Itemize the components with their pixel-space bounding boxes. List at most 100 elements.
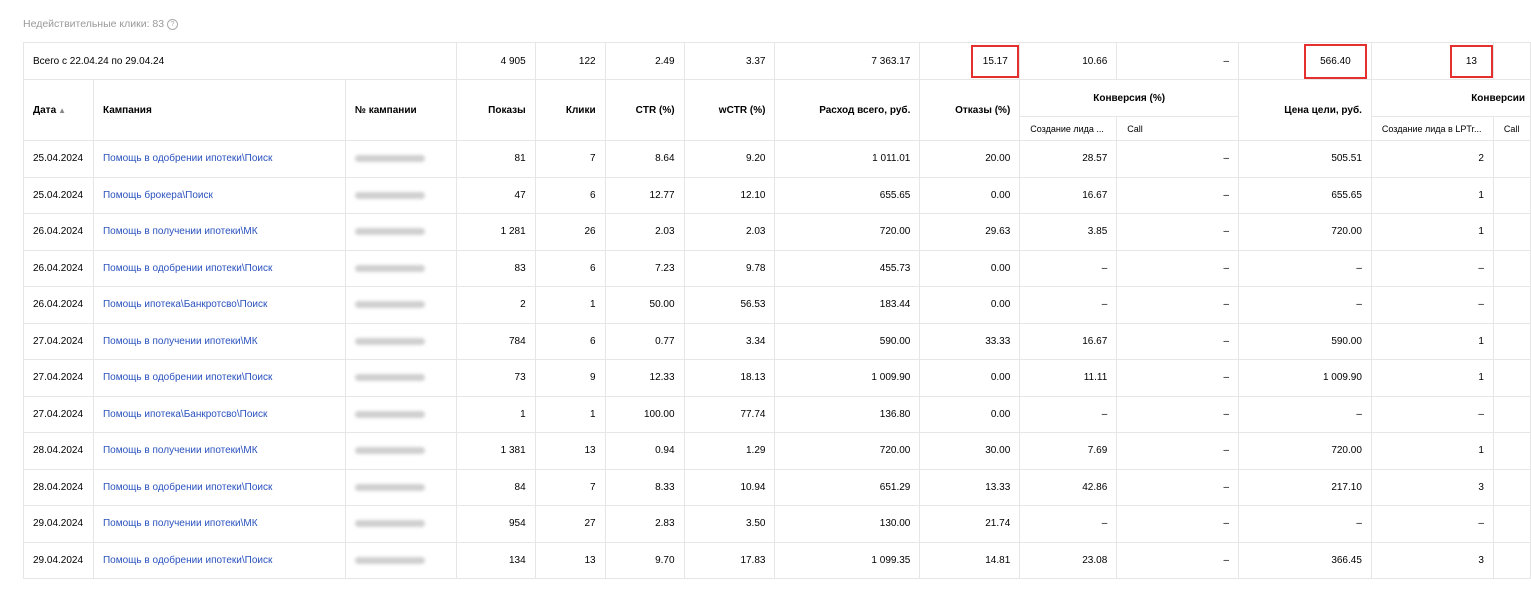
campaign-link[interactable]: Помощь ипотека\Банкротсво\Поиск xyxy=(92,286,346,324)
table-row: 27.04.2024 Помощь в одобрении ипотеки\Пои… xyxy=(23,359,1531,397)
cell-bounces: 0.00 xyxy=(919,176,1021,214)
cell-wctr: 56.53 xyxy=(683,286,776,324)
campaign-link[interactable]: Помощь брокера\Поиск xyxy=(92,176,346,214)
cell-conv-lead: – xyxy=(1019,505,1118,543)
cell-bounces: 0.00 xyxy=(919,286,1021,324)
subheader-lead[interactable]: Создание лида ... xyxy=(1019,116,1118,141)
cell-goal-price: 1 009.90 xyxy=(1238,359,1372,397)
table-row: 25.04.2024 Помощь брокера\Поиск 47 6 12.77 12… xyxy=(23,176,1531,214)
col-header-campaign-no[interactable]: № кампании xyxy=(344,79,457,141)
cell-clicks: 13 xyxy=(534,432,606,470)
campaign-link[interactable]: Помощь в одобрении ипотеки\Поиск xyxy=(92,359,346,397)
campaign-link[interactable]: Помощь в одобрении ипотеки\Поиск xyxy=(92,140,346,178)
cell-ctr: 0.77 xyxy=(604,322,685,360)
cell-bounces: 0.00 xyxy=(919,395,1021,433)
campaign-link[interactable]: Помощь в получении ипотеки\МК xyxy=(92,432,346,470)
cell-campaign-no xyxy=(344,322,457,360)
cell-conv-call: – xyxy=(1116,468,1240,506)
highlight-box: 566.40 xyxy=(1303,43,1367,79)
col-header-conversion-pct[interactable]: Конверсия (%) xyxy=(1019,79,1240,117)
col-header-conversions[interactable]: Конверсии xyxy=(1370,79,1531,117)
cell-conversions-lead: – xyxy=(1370,395,1494,433)
cell-clicks: 1 xyxy=(534,286,606,324)
cell-goal-price: 590.00 xyxy=(1238,322,1372,360)
cell-ctr: 12.33 xyxy=(604,359,685,397)
redacted-campaign-number xyxy=(354,520,425,528)
campaign-link[interactable]: Помощь в получении ипотеки\МК xyxy=(92,322,346,360)
cell-conv-lead: 11.11 xyxy=(1019,359,1118,397)
table-row: 27.04.2024 Помощь в получении ипотеки\МК 7… xyxy=(23,322,1531,360)
col-header-spend[interactable]: Расход всего, руб. xyxy=(774,79,921,141)
cell-conversions-call xyxy=(1492,432,1531,470)
cell-wctr: 3.34 xyxy=(683,322,776,360)
cell-goal-price: 505.51 xyxy=(1238,140,1372,178)
total-clicks: 122 xyxy=(534,42,606,80)
invalid-clicks-label: Недействительные клики: 83 xyxy=(23,18,165,30)
cell-bounces: 33.33 xyxy=(919,322,1021,360)
cell-conv-lead: – xyxy=(1019,249,1118,287)
subheader-call[interactable]: Call xyxy=(1116,116,1240,141)
subheader-lead-lptracker[interactable]: Создание лида в LPTr... xyxy=(1370,116,1494,141)
total-spend: 7 363.17 xyxy=(774,42,921,80)
cell-spend: 720.00 xyxy=(774,213,921,251)
table-row: 26.04.2024 Помощь в получении ипотеки\МК 1… xyxy=(23,213,1531,251)
cell-spend: 720.00 xyxy=(774,432,921,470)
cell-bounces: 21.74 xyxy=(919,505,1021,543)
cell-date: 27.04.2024 xyxy=(23,359,94,397)
cell-conversions-lead: 1 xyxy=(1370,176,1494,214)
cell-conversions-call xyxy=(1492,140,1531,178)
cell-conversions-lead: 1 xyxy=(1370,432,1494,470)
cell-ctr: 12.77 xyxy=(604,176,685,214)
cell-goal-price: 720.00 xyxy=(1238,432,1372,470)
total-conversions-call xyxy=(1492,42,1531,80)
cell-goal-price: – xyxy=(1238,286,1372,324)
cell-conversions-call xyxy=(1492,505,1531,543)
sort-arrow-icon[interactable]: ▲ xyxy=(58,106,66,115)
total-conversions-cell: 13 xyxy=(1370,42,1494,80)
col-header-bounces[interactable]: Отказы (%) xyxy=(919,79,1021,141)
campaign-link[interactable]: Помощь в получении ипотеки\МК xyxy=(92,505,346,543)
cell-conversions-call xyxy=(1492,213,1531,251)
col-header-goal-price[interactable]: Цена цели, руб. xyxy=(1238,79,1372,141)
cell-bounces: 20.00 xyxy=(919,140,1021,178)
cell-impressions: 2 xyxy=(455,286,536,324)
cell-wctr: 77.74 xyxy=(683,395,776,433)
col-header-clicks[interactable]: Клики xyxy=(534,79,606,141)
cell-impressions: 1 xyxy=(455,395,536,433)
help-icon[interactable]: ? xyxy=(167,18,179,30)
cell-date: 26.04.2024 xyxy=(23,249,94,287)
col-header-date[interactable]: Дата ▲ xyxy=(23,79,94,141)
col-header-ctr[interactable]: CTR (%) xyxy=(604,79,685,141)
cell-spend: 590.00 xyxy=(774,322,921,360)
cell-spend: 455.73 xyxy=(774,249,921,287)
cell-conv-call: – xyxy=(1116,359,1240,397)
subheader-call-2[interactable]: Call xyxy=(1492,116,1531,141)
cell-date: 26.04.2024 xyxy=(23,286,94,324)
campaign-link[interactable]: Помощь в одобрении ипотеки\Поиск xyxy=(92,468,346,506)
cell-conv-lead: 3.85 xyxy=(1019,213,1118,251)
col-header-campaign[interactable]: Кампания xyxy=(92,79,346,141)
campaign-link[interactable]: Помощь ипотека\Банкротсво\Поиск xyxy=(92,395,346,433)
cell-clicks: 13 xyxy=(534,541,606,579)
cell-campaign-no xyxy=(344,359,457,397)
cell-campaign-no xyxy=(344,432,457,470)
cell-ctr: 50.00 xyxy=(604,286,685,324)
cell-date: 27.04.2024 xyxy=(23,395,94,433)
campaign-link[interactable]: Помощь в получении ипотеки\МК xyxy=(92,213,346,251)
table-body: 25.04.2024 Помощь в одобрении ипотеки\Пои… xyxy=(23,140,1531,579)
cell-bounces: 0.00 xyxy=(919,249,1021,287)
cell-clicks: 6 xyxy=(534,322,606,360)
cell-campaign-no xyxy=(344,505,457,543)
cell-date: 29.04.2024 xyxy=(23,505,94,543)
col-header-wctr[interactable]: wCTR (%) xyxy=(683,79,776,141)
redacted-campaign-number xyxy=(354,264,425,272)
col-header-impressions[interactable]: Показы xyxy=(455,79,536,141)
cell-goal-price: 217.10 xyxy=(1238,468,1372,506)
campaign-link[interactable]: Помощь в одобрении ипотеки\Поиск xyxy=(92,249,346,287)
redacted-campaign-number xyxy=(354,191,425,199)
cell-conv-lead: 28.57 xyxy=(1019,140,1118,178)
cell-spend: 183.44 xyxy=(774,286,921,324)
cell-ctr: 100.00 xyxy=(604,395,685,433)
campaign-link[interactable]: Помощь в одобрении ипотеки\Поиск xyxy=(92,541,346,579)
cell-campaign-no xyxy=(344,541,457,579)
